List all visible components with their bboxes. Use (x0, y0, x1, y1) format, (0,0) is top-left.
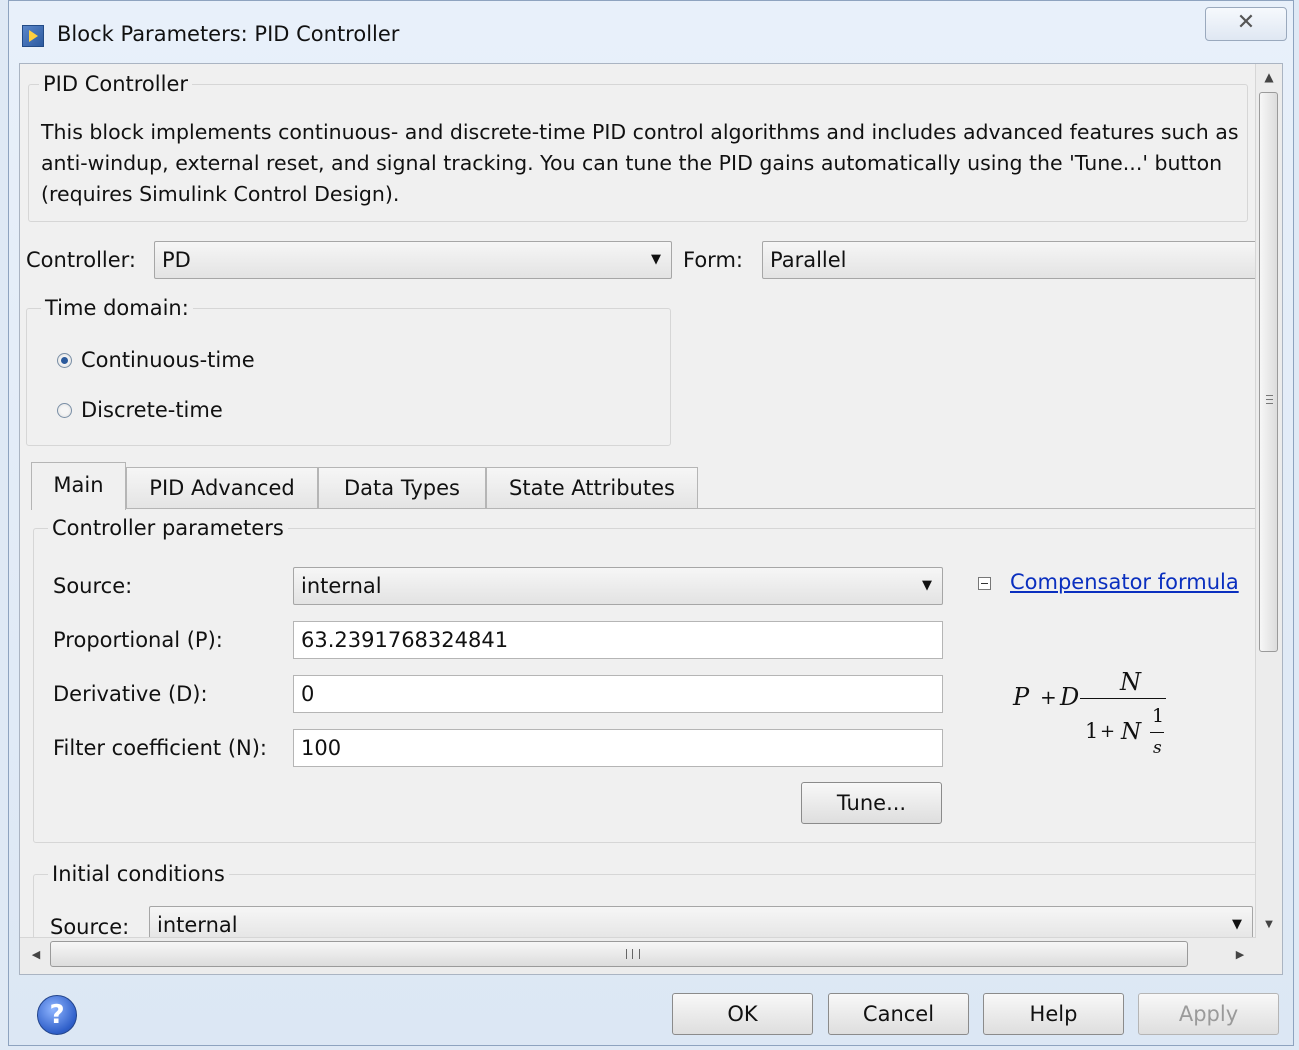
controller-dropdown[interactable]: PD ▼ (154, 241, 672, 279)
scrollbar-corner (1256, 938, 1282, 974)
tab-pid-advanced[interactable]: PID Advanced (126, 467, 318, 509)
dialog-window: Block Parameters: PID Controller ✕ PID C… (8, 0, 1294, 1046)
time-domain-title: Time domain: (41, 296, 193, 320)
formula-d: D (1060, 683, 1080, 711)
tab-strip-line (31, 508, 1256, 509)
source-value: internal (301, 574, 382, 598)
scroll-up-icon[interactable]: ▲ (1256, 64, 1282, 90)
continuous-time-label: Continuous-time (81, 348, 255, 372)
scroll-down-icon[interactable]: ▼ (1256, 912, 1282, 938)
tune-button[interactable]: Tune... (801, 782, 942, 824)
formula-inner-num: 1 (1152, 705, 1165, 727)
formula-p: P (1013, 683, 1030, 711)
grip-icon (626, 949, 640, 959)
initial-source-value: internal (157, 913, 238, 937)
proportional-label: Proportional (P): (53, 628, 223, 652)
title-bar: Block Parameters: PID Controller ✕ (9, 1, 1293, 63)
fraction-bar (1080, 698, 1166, 699)
collapse-icon[interactable] (978, 577, 991, 590)
proportional-field[interactable]: 63.2391768324841 (293, 621, 943, 659)
help-icon[interactable]: ? (37, 995, 77, 1035)
compensator-formula-link[interactable]: Compensator formula (1010, 570, 1239, 594)
dropdown-arrow-icon: ▼ (1232, 917, 1242, 932)
grip-icon (1266, 395, 1273, 404)
group-title: PID Controller (39, 72, 193, 96)
vertical-scrollbar[interactable]: ▲ ▼ (1255, 64, 1282, 938)
scroll-left-icon[interactable]: ◀ (26, 942, 46, 968)
form-label: Form: (683, 248, 743, 272)
filter-coefficient-label: Filter coefficient (N): (53, 736, 267, 760)
source-label: Source: (53, 574, 133, 598)
window-title: Block Parameters: PID Controller (57, 22, 400, 46)
tab-data-types[interactable]: Data Types (318, 467, 486, 509)
horizontal-scrollbar[interactable]: ◀ ▶ (20, 937, 1256, 974)
form-dropdown[interactable]: Parallel (762, 241, 1256, 279)
derivative-label: Derivative (D): (53, 682, 208, 706)
inner-fraction-bar (1150, 732, 1164, 733)
cancel-button[interactable]: Cancel (828, 993, 969, 1035)
apply-button[interactable]: Apply (1138, 993, 1279, 1035)
help-button[interactable]: Help (983, 993, 1124, 1035)
initial-conditions-title: Initial conditions (48, 862, 229, 886)
controller-value: PD (162, 248, 191, 272)
formula-den-one: 1 (1085, 719, 1099, 743)
controller-parameters-title: Controller parameters (48, 516, 288, 540)
vertical-scroll-thumb[interactable] (1259, 92, 1278, 652)
horizontal-scroll-thumb[interactable] (50, 941, 1188, 967)
ok-button[interactable]: OK (672, 993, 813, 1035)
derivative-field[interactable]: 0 (293, 675, 943, 713)
discrete-time-radio[interactable] (57, 403, 72, 418)
formula-inner-den: s (1153, 738, 1162, 758)
block-description: This block implements continuous- and di… (41, 120, 1239, 206)
initial-source-dropdown[interactable]: internal ▼ (149, 906, 1253, 938)
scroll-right-icon[interactable]: ▶ (1230, 942, 1250, 968)
dropdown-arrow-icon: ▼ (922, 578, 932, 593)
formula-den-n: N (1121, 719, 1142, 745)
formula-plus: + (1040, 685, 1057, 709)
discrete-time-label: Discrete-time (81, 398, 223, 422)
time-domain-group: Time domain: (26, 296, 671, 446)
continuous-time-radio[interactable] (57, 353, 72, 368)
scrollable-content: PID Controller This block implements con… (20, 64, 1256, 938)
form-value: Parallel (770, 248, 847, 272)
tab-state-attributes[interactable]: State Attributes (486, 467, 698, 509)
filter-coefficient-field[interactable]: 100 (293, 729, 943, 767)
simulink-block-icon (22, 25, 44, 47)
tab-main[interactable]: Main (31, 462, 126, 510)
controller-label: Controller: (26, 248, 137, 272)
source-dropdown[interactable]: internal ▼ (293, 567, 943, 605)
close-button[interactable]: ✕ (1205, 7, 1287, 41)
initial-source-label: Source: (50, 915, 130, 938)
formula-numerator: N (1120, 668, 1141, 696)
dialog-client-area: PID Controller This block implements con… (19, 63, 1283, 975)
dropdown-arrow-icon: ▼ (651, 252, 661, 267)
formula-den-plus: + (1100, 721, 1116, 742)
